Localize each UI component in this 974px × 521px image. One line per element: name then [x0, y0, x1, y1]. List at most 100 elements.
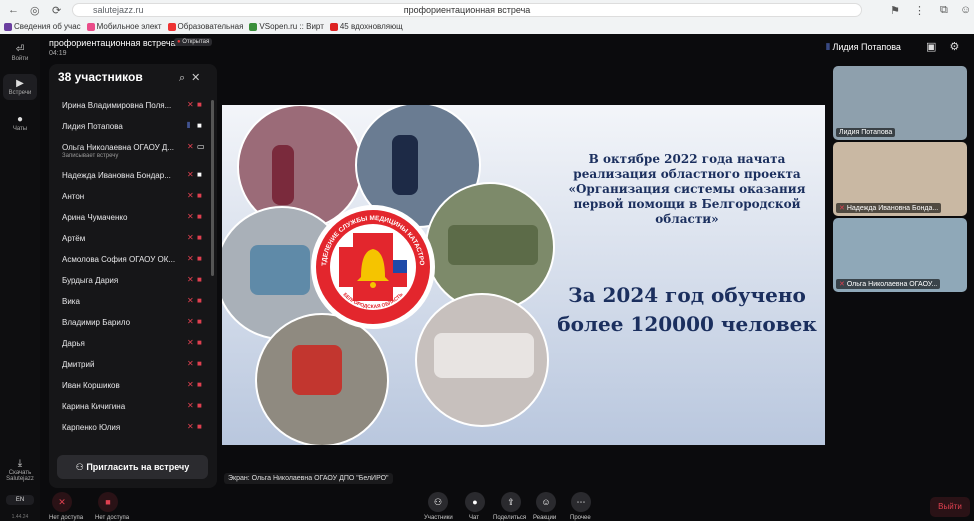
video-camera-icon: ▶: [16, 78, 24, 89]
mic-off-icon: ✕: [187, 338, 194, 347]
participants-button[interactable]: ⚇: [428, 492, 448, 512]
participant-row[interactable]: Надежда Ивановна Бондар... ✕ ■: [49, 166, 209, 187]
mic-off-icon: ✕: [58, 497, 66, 507]
participants-list: Ирина Владимировна Поля... ✕ ■ Лидия Потапо…: [49, 96, 209, 439]
participant-subtitle: Записывает встречу: [62, 153, 119, 159]
more-dots-icon: ⋯: [576, 497, 586, 507]
slide-stat: За 2024 год обучено более 120000 человек: [557, 283, 817, 336]
layout-icon[interactable]: ▣: [926, 41, 936, 53]
tile-name: Лидия Потапова: [836, 128, 896, 137]
participant-row[interactable]: Асмолова София ОГАОУ ОК... ✕ ■: [49, 250, 209, 271]
participant-name: Дмитрий: [62, 360, 95, 369]
tile-name: ✕ Надежда Ивановна Бонда...: [836, 203, 942, 213]
back-icon[interactable]: ←: [8, 4, 19, 16]
participant-row[interactable]: Бурдыга Дария ✕ ■: [49, 271, 209, 292]
gear-icon[interactable]: ⚙: [949, 41, 959, 53]
bookmark-item[interactable]: 45 вдохновляющ: [329, 20, 403, 33]
camera-off-icon: ■: [197, 254, 202, 263]
participant-name: Артём: [62, 234, 86, 243]
participant-row[interactable]: Вика ✕ ■: [49, 292, 209, 313]
camera-off-icon: ■: [197, 191, 202, 200]
app-version: 1.44.24: [11, 514, 29, 520]
camera-off-icon: ■: [197, 380, 202, 389]
more-button[interactable]: ⋯: [571, 492, 591, 512]
participant-row[interactable]: Ольга Николаевна ОГАОУ Д... Записывает вс…: [49, 138, 209, 166]
mic-on-icon: ⦀: [187, 121, 191, 130]
chat-icon: ●: [16, 114, 24, 125]
users-icon: ⚇: [433, 497, 443, 507]
participant-name: Владимир Барило: [62, 318, 131, 327]
extensions-icon[interactable]: ⧉: [940, 4, 948, 17]
chat-button[interactable]: ●: [465, 492, 485, 512]
camera-off-icon: ■: [197, 338, 202, 347]
rail-login[interactable]: ⏎ Войти: [0, 44, 40, 62]
exit-button[interactable]: Выйти: [930, 497, 970, 517]
participant-name: Бурдыга Дария: [62, 276, 119, 285]
participant-name: Карина Кичигина: [62, 402, 126, 411]
mic-off-icon: ✕: [187, 380, 194, 389]
participant-row[interactable]: Артём ✕ ■: [49, 229, 209, 250]
smile-icon: ☺: [541, 497, 551, 507]
participant-row[interactable]: Ирина Владимировна Поля... ✕ ■: [49, 96, 209, 117]
shared-screen: ОТДЕЛЕНИЕ СЛУЖБЫ МЕДИЦИНЫ КАТАСТРОФ БЕЛГ…: [222, 105, 825, 445]
share-button[interactable]: ⇪: [501, 492, 521, 512]
participant-row[interactable]: Дмитрий ✕ ■: [49, 355, 209, 376]
left-rail: ⏎ Войти ▶ Встречи ● Чаты ⤓ Скачать Salutejazz…: [0, 34, 40, 521]
bookmark-star-icon[interactable]: ⚑: [890, 4, 900, 17]
reactions-button[interactable]: ☺: [536, 492, 556, 512]
mic-off-icon: ✕: [187, 254, 194, 263]
lock-icon[interactable]: ◎: [30, 4, 40, 17]
bookmark-item[interactable]: VSopen.ru :: Вирт: [249, 20, 324, 33]
camera-status-label: Нет доступа: [95, 515, 130, 521]
chat-icon: ●: [472, 497, 478, 507]
camera-toggle-button[interactable]: ■: [98, 492, 118, 512]
camera-on-icon: ■: [197, 170, 202, 179]
video-tile[interactable]: Лидия Потапова: [833, 66, 967, 140]
bookmark-item[interactable]: Мобильное элект: [86, 20, 162, 33]
close-icon[interactable]: ✕: [191, 72, 206, 84]
camera-off-icon: ■: [197, 100, 202, 109]
video-tile[interactable]: ✕ Надежда Ивановна Бонда...: [833, 142, 967, 216]
mic-toggle-button[interactable]: ✕: [52, 492, 72, 512]
bookmarks-bar: Сведения об учас Мобильное элект Образов…: [4, 20, 403, 33]
participant-name: Асмолова София ОГАОУ ОК...: [62, 255, 176, 264]
rail-download[interactable]: ⤓ Скачать Salutejazz: [0, 458, 40, 482]
mic-off-icon: ✕: [187, 317, 194, 326]
participant-row[interactable]: Дарья ✕ ■: [49, 334, 209, 355]
reactions-button-label: Реакции: [533, 515, 557, 521]
search-icon[interactable]: ⌕: [179, 72, 191, 84]
screen-share-icon: ▭: [197, 142, 205, 151]
rail-meetings[interactable]: ▶ Встречи: [3, 74, 37, 100]
camera-off-icon: ■: [197, 233, 202, 242]
mic-off-icon: ✕: [187, 401, 194, 410]
browser-chrome: ← ◎ ⟳ salutejazz.ru профориентационная в…: [0, 0, 974, 34]
participant-row[interactable]: Антон ✕ ■: [49, 187, 209, 208]
participant-row[interactable]: Владимир Барило ✕ ■: [49, 313, 209, 334]
participant-row[interactable]: Карина Кичигина ✕ ■: [49, 397, 209, 418]
language-switch[interactable]: EN: [6, 495, 34, 505]
scrollbar[interactable]: [211, 100, 214, 276]
camera-on-icon: ■: [197, 121, 202, 130]
participant-name: Ирина Владимировна Поля...: [62, 101, 172, 110]
participant-row[interactable]: Карпенко Юлия ✕ ■: [49, 418, 209, 439]
status-badge: ● Открытая: [174, 38, 213, 46]
profile-icon[interactable]: ☺: [960, 4, 971, 16]
reload-icon[interactable]: ⟳: [52, 4, 61, 17]
camera-off-icon: ■: [197, 401, 202, 410]
menu-dots-icon[interactable]: ⋮: [914, 4, 925, 17]
bookmark-item[interactable]: Образовательная: [167, 20, 243, 33]
participant-row[interactable]: Арина Чумаченко ✕ ■: [49, 208, 209, 229]
participant-name: Лидия Потапова: [62, 122, 123, 131]
participant-name: Ольга Николаевна ОГАОУ Д...: [62, 143, 175, 152]
video-tile[interactable]: ✕ Ольга Николаевна ОГАОУ...: [833, 218, 967, 292]
mic-off-icon: ✕: [187, 275, 194, 284]
address-bar[interactable]: salutejazz.ru профориентационная встреча: [72, 3, 862, 17]
bookmark-item[interactable]: Сведения об учас: [4, 20, 81, 33]
invite-button[interactable]: ⚇ Пригласить на встречу: [57, 455, 208, 479]
rail-chats[interactable]: ● Чаты: [0, 114, 40, 132]
mic-off-icon: ✕: [187, 142, 194, 151]
participant-row[interactable]: Иван Коршиков ✕ ■: [49, 376, 209, 397]
participants-panel: 38 участников ⌕✕ Ирина Владимировна Поля…: [49, 64, 217, 488]
participant-row[interactable]: Лидия Потапова ⦀ ■: [49, 117, 209, 138]
active-speaker: ⦀ Лидия Потапова: [826, 42, 901, 52]
